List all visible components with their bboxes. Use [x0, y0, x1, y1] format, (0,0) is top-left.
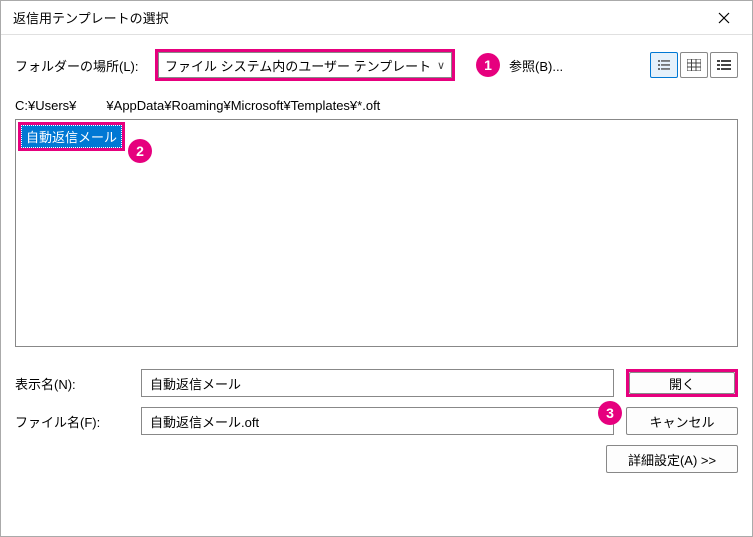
- chevron-down-icon: ∨: [437, 59, 445, 72]
- advanced-settings-button[interactable]: 詳細設定(A) >>: [606, 445, 738, 473]
- file-item-highlight: 自動返信メール: [18, 122, 125, 151]
- close-icon: [718, 12, 730, 24]
- file-name-input[interactable]: [141, 407, 614, 435]
- dialog-content: フォルダーの場所(L): ファイル システム内のユーザー テンプレート ∨ 参照…: [1, 35, 752, 536]
- display-name-row: 表示名(N): 開く: [15, 369, 738, 397]
- file-list[interactable]: 自動返信メール: [15, 119, 738, 347]
- template-select-dialog: 返信用テンプレートの選択 フォルダーの場所(L): ファイル システム内のユーザ…: [0, 0, 753, 537]
- view-list-button[interactable]: [680, 52, 708, 78]
- dialog-title: 返信用テンプレートの選択: [13, 8, 704, 27]
- file-item-auto-reply[interactable]: 自動返信メール: [21, 125, 122, 148]
- folder-select-value: ファイル システム内のユーザー テンプレート: [165, 56, 431, 75]
- view-mode-buttons: [650, 52, 738, 78]
- display-name-input[interactable]: [141, 369, 614, 397]
- open-button-highlight: 開く: [626, 369, 738, 397]
- file-name-label: ファイル名(F):: [15, 412, 141, 431]
- folder-row: フォルダーの場所(L): ファイル システム内のユーザー テンプレート ∨ 参照…: [15, 49, 738, 81]
- path-prefix: C:¥Users¥: [15, 98, 76, 113]
- details-view-icon: [717, 59, 731, 71]
- folder-select-highlight: ファイル システム内のユーザー テンプレート ∨: [155, 49, 455, 81]
- folder-location-select[interactable]: ファイル システム内のユーザー テンプレート ∨: [158, 52, 452, 78]
- titlebar: 返信用テンプレートの選択: [1, 1, 752, 35]
- path-display: C:¥Users¥ ¥AppData¥Roaming¥Microsoft¥Temp…: [15, 91, 738, 119]
- annotation-badge-1: 1: [476, 53, 500, 77]
- display-name-label: 表示名(N):: [15, 374, 141, 393]
- list-view-icon: [687, 59, 701, 71]
- bottom-form: 表示名(N): 開く ファイル名(F): キャンセル 詳細設定(A) >>: [15, 369, 738, 473]
- close-button[interactable]: [704, 3, 744, 33]
- annotation-badge-2: 2: [128, 139, 152, 163]
- folder-location-label: フォルダーの場所(L):: [15, 56, 155, 75]
- file-name-row: ファイル名(F): キャンセル: [15, 407, 738, 435]
- advanced-row: 詳細設定(A) >>: [15, 445, 738, 473]
- browse-button[interactable]: 参照(B)...: [499, 52, 573, 78]
- path-suffix: ¥AppData¥Roaming¥Microsoft¥Templates¥*.o…: [106, 98, 380, 113]
- icons-view-icon: [657, 59, 671, 71]
- view-details-button[interactable]: [710, 52, 738, 78]
- annotation-badge-3: 3: [598, 401, 622, 425]
- view-large-icons-button[interactable]: [650, 52, 678, 78]
- cancel-button[interactable]: キャンセル: [626, 407, 738, 435]
- open-button[interactable]: 開く: [629, 372, 735, 394]
